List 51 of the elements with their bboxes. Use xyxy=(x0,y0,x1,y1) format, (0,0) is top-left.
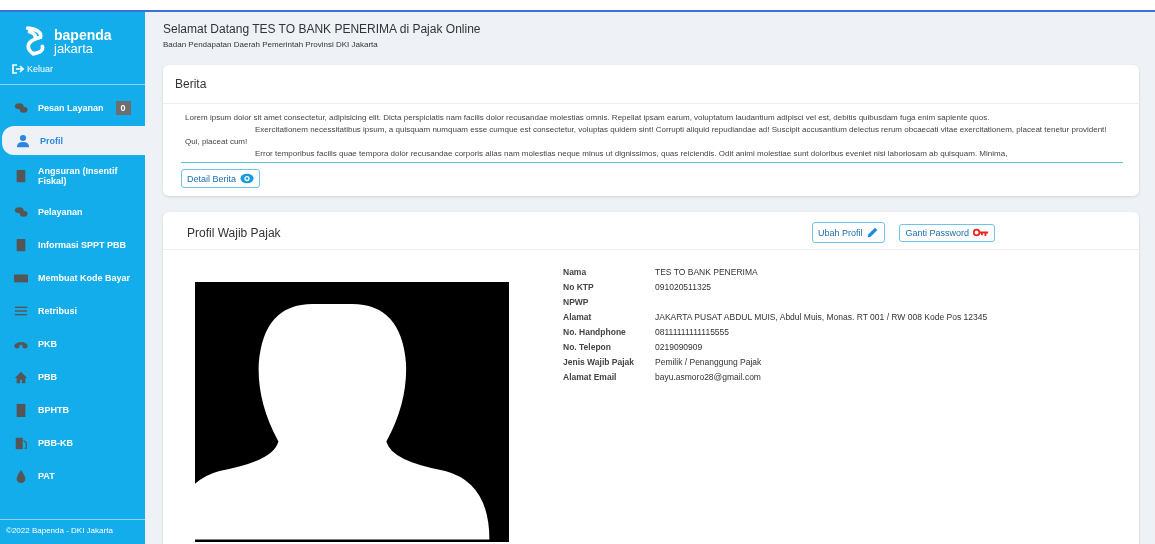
change-password-button[interactable]: Ganti Password xyxy=(899,223,995,242)
brand-subtitle: jakarta xyxy=(54,41,94,55)
field-value: JAKARTA PUSAT ABDUL MUIS, Abdul Muis, Monas. RT 001 / RW 008 Kode Pos 12345 xyxy=(655,311,988,323)
field-label: Alamat Email xyxy=(563,371,618,383)
welcome-title: Selamat Datang TES TO BANK PENERIMA di Pajak Online xyxy=(163,22,482,36)
field-label: No. Handphone xyxy=(563,326,627,338)
sidebar-item[interactable]: Profil xyxy=(2,126,145,155)
news-text-area: Lorem ipsum dolor sit amet consectetur, adipisicing elit. Dicta perspiciatis nam facilis dolor recusandae molestias omnis. Repellat ipsam earum, voluptatum laudantium adipisci vel est, debitis quibusdam fuga enim sapiente quos. Exercitationem necessitatibus ipsum, a quisquam numquam esse cumque est consectetur, voluptas quidem sint! Corrupti aliquid repudiandae ad! Suscipit accusantium delectus rerum obcaecati vitae exercitationem, placeat tenetur provident! Qui, placeat cum! Error temporibus facilis quae tempora dolor recusandae corporis alias nam molestias neque minus ut dignissimos, quas reiciendis. Odit animi molestiae sunt doloribus eveniet nisi laboriosam ab quisquam. Minima, xyxy=(181,112,1123,163)
detail-news-button[interactable]: Detail Berita xyxy=(181,169,261,188)
logout-link[interactable]: Keluar xyxy=(0,56,145,85)
field-value: 0219090909 xyxy=(655,341,704,353)
user-icon xyxy=(16,133,30,148)
sidebar-item[interactable]: PKB xyxy=(0,329,145,358)
chat-icon xyxy=(14,204,28,219)
field-value: 08111111111115555 xyxy=(655,326,731,338)
drop-icon xyxy=(14,468,28,483)
field-value: 091020511325 xyxy=(655,281,713,293)
home-icon xyxy=(14,369,28,384)
sidebar-item[interactable]: Informasi SPPT PBB xyxy=(0,230,145,259)
sidebar-item[interactable]: PBB xyxy=(0,362,145,391)
sidebar-item[interactable]: Angsuran (Insentif Fiskal) xyxy=(0,159,145,193)
sidebar-item[interactable]: Pelayanan xyxy=(0,197,145,226)
news-title: Berita xyxy=(163,65,1139,104)
fuel-icon xyxy=(14,435,28,450)
sidebar-item[interactable]: PBB-KB xyxy=(0,428,145,457)
field-label: No. Telepon xyxy=(563,341,612,353)
field-label: Alamat xyxy=(563,311,593,323)
sidebar-item[interactable]: Pesan Layanan 0 xyxy=(0,93,145,122)
field-value: TES TO BANK PENERIMA xyxy=(655,266,759,278)
key-icon xyxy=(973,228,989,237)
field-label: Nama xyxy=(563,266,588,278)
sidebar-item[interactable]: PAT xyxy=(0,461,145,490)
field-value: Pemilik / Penanggung Pajak xyxy=(655,356,763,368)
field-label: NPWP xyxy=(563,296,590,308)
field-label: Jenis Wajib Pajak xyxy=(563,356,636,368)
chat-icon xyxy=(14,100,28,115)
field-value: bayu.asmoro28@gmail.com xyxy=(655,371,762,383)
field-label: No KTP xyxy=(563,281,595,293)
count-badge: 0 xyxy=(115,100,131,115)
copyright-text: ©2022 Bapenda - DKI Jakarta xyxy=(0,519,145,544)
welcome-subtitle: Badan Pendapatan Daerah Pemerintah Provinsi DKI Jakarta xyxy=(163,40,379,49)
pencil-icon xyxy=(866,226,880,239)
brand-name: bapenda xyxy=(54,27,112,42)
logout-icon xyxy=(12,64,24,74)
edit-profile-button[interactable]: Ubah Profil xyxy=(811,222,886,243)
profile-title: Profil Wajib Pajak xyxy=(187,225,282,240)
logo-icon xyxy=(24,26,46,56)
eye-icon xyxy=(240,173,255,184)
sidebar-item[interactable]: Retribusi xyxy=(0,296,145,325)
sidebar-item[interactable]: BPHTB xyxy=(0,395,145,424)
sidebar-item[interactable]: Membuat Kode Bayar xyxy=(0,263,145,292)
